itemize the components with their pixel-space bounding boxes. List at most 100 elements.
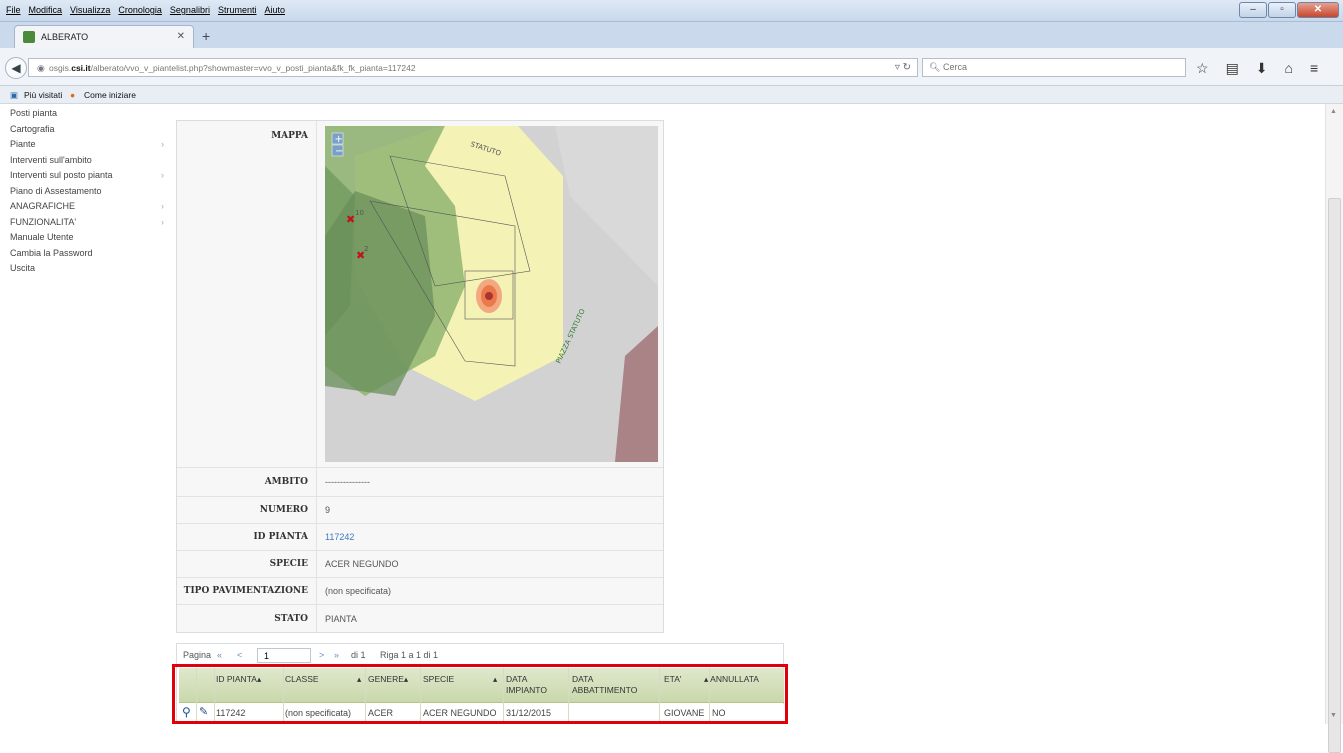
detail-row: AMBITO --------------- [177, 468, 663, 497]
menu-cronologia[interactable]: Cronologia [118, 5, 162, 15]
tab-alberato[interactable]: ALBERATO ✕ [14, 25, 194, 48]
submenu-arrow-icon: › [161, 139, 164, 149]
svg-text:+: + [335, 134, 343, 145]
star-icon[interactable]: ☆ [1196, 60, 1209, 77]
tab-title: ALBERATO [41, 32, 89, 42]
sidebar-item[interactable]: Piano di Assestamento [10, 186, 170, 202]
detail-label: ID PIANTA [253, 532, 308, 542]
firefox-icon: ● [70, 90, 76, 100]
maximize-icon[interactable]: ▫ [1268, 2, 1296, 18]
menu-file[interactable]: File [6, 5, 21, 15]
page-number-input[interactable] [257, 648, 311, 663]
search-box: 🔍︎ [922, 58, 1186, 77]
detail-row: NUMERO 9 [177, 497, 663, 524]
sidebar-item-label: Posti pianta [10, 108, 58, 118]
sidebar-item-label: FUNZIONALITA' [10, 216, 77, 227]
detail-value: PIANTA [316, 605, 663, 632]
sidebar-item[interactable]: Cambia la Password [10, 248, 170, 264]
reload-icon[interactable]: ▿ ↻ [895, 62, 911, 73]
sidebar-item[interactable]: Manuale Utente [10, 232, 170, 248]
map-canvas: ✖ 10 ✖ 2 STATUTO PIAZZA STATUTO + − [325, 126, 658, 462]
detail-row-map: MAPPA ✖ 10 ✖ 2 STATUTO PIAZZA STATUTO + … [177, 121, 663, 468]
detail-value: ACER NEGUNDO [316, 551, 663, 577]
url-bar[interactable]: ◉ osgis.csi.it/alberato/vvo_v_piantelist… [28, 58, 918, 77]
download-icon[interactable]: ⬇ [1256, 60, 1268, 77]
scroll-down-icon[interactable]: ▼ [1330, 712, 1337, 719]
navigation-bar: ◀ ◉ osgis.csi.it/alberato/vvo_v_pianteli… [0, 48, 1343, 86]
tree-favicon-icon [23, 31, 35, 43]
close-tab-icon[interactable]: ✕ [177, 31, 185, 42]
menu-visualizza[interactable]: Visualizza [70, 5, 110, 15]
reading-list-icon[interactable]: ▤ [1226, 60, 1239, 77]
page-count: di 1 [351, 650, 366, 660]
window-titlebar: File Modifica Visualizza Cronologia Segn… [0, 0, 1343, 22]
sidebar-item-label: Piante [10, 139, 36, 149]
menu-hamburger-icon[interactable]: ≡ [1310, 60, 1318, 77]
detail-row: STATO PIANTA [177, 605, 663, 632]
detail-value: --------------- [316, 468, 663, 496]
minimize-icon[interactable]: – [1239, 2, 1267, 18]
svg-text:−: − [335, 146, 343, 157]
sidebar-item[interactable]: Interventi sul posto pianta › [10, 170, 170, 186]
bookmark-piu-visitati[interactable]: Più visitati [24, 90, 62, 100]
tab-strip: ALBERATO ✕ + [0, 22, 1343, 48]
svg-text:10: 10 [355, 209, 364, 217]
url-text: osgis.csi.it/alberato/vvo_v_piantelist.p… [49, 63, 416, 73]
sidebar-item-label: Piano di Assestamento [10, 185, 102, 196]
submenu-arrow-icon: › [161, 201, 164, 211]
sidebar-item[interactable]: ANAGRAFICHE › [10, 201, 170, 217]
bookmark-come-iniziare[interactable]: Come iniziare [84, 90, 136, 100]
detail-row: ID PIANTA 117242 [177, 524, 663, 551]
scrollbar-thumb[interactable] [1328, 198, 1341, 753]
prev-page-button[interactable]: < [237, 650, 242, 660]
search-input[interactable] [943, 59, 1173, 75]
sidebar-item-label: Cambia la Password [10, 247, 93, 258]
bookmarks-bar: ▣ Più visitati ● Come iniziare [0, 86, 1343, 104]
sidebar-item[interactable]: FUNZIONALITA' › [10, 217, 170, 233]
sidebar-item[interactable]: Interventi sull'ambito [10, 155, 170, 171]
marker-icon: ✖ [346, 213, 355, 226]
new-tab-icon[interactable]: + [202, 28, 210, 44]
vertical-scrollbar[interactable]: ▲ ▼ [1325, 104, 1343, 753]
menu-modifica[interactable]: Modifica [29, 5, 63, 15]
first-page-button[interactable]: « [217, 650, 222, 660]
last-page-button[interactable]: » [334, 650, 339, 660]
sidebar-item-label: Manuale Utente [10, 232, 74, 242]
menu-strumenti[interactable]: Strumenti [218, 5, 257, 15]
sidebar-item-label: ANAGRAFICHE [10, 201, 76, 211]
plant-detail-table: MAPPA ✖ 10 ✖ 2 STATUTO PIAZZA STATUTO + … [176, 120, 664, 633]
search-icon: 🔍︎ [929, 62, 941, 72]
globe-icon: ◉ [37, 63, 45, 73]
menu-bar: File Modifica Visualizza Cronologia Segn… [6, 5, 285, 15]
menu-aiuto[interactable]: Aiuto [264, 5, 285, 15]
pager-label: Pagina [183, 650, 212, 660]
detail-label: SPECIE [269, 559, 308, 569]
scroll-up-icon[interactable]: ▲ [1330, 108, 1337, 115]
home-icon[interactable]: ⌂ [1285, 60, 1293, 77]
close-window-icon[interactable]: ✕ [1297, 2, 1339, 18]
detail-row: SPECIE ACER NEGUNDO [177, 551, 663, 578]
sidebar-item-label: Interventi sull'ambito [10, 154, 92, 165]
detail-label: NUMERO [259, 505, 308, 515]
sidebar-item-label: Interventi sul posto pianta [10, 170, 113, 180]
menu-segnalibri[interactable]: Segnalibri [170, 5, 210, 15]
submenu-arrow-icon: › [161, 170, 164, 180]
sidebar-item-label: Cartografia [10, 123, 55, 134]
row-range: Riga 1 a 1 di 1 [380, 650, 439, 660]
toolbar-icons: ☆ ▤ ⬇ ⌂ ≡ [1196, 60, 1318, 77]
detail-label: STATO [274, 613, 308, 624]
next-page-button[interactable]: > [319, 650, 324, 660]
detail-value[interactable]: 117242 [316, 524, 663, 550]
sidebar-item[interactable]: Posti pianta [10, 108, 170, 124]
detail-label: TIPO PAVIMENTAZIONE [183, 586, 308, 596]
map-label: MAPPA [271, 131, 308, 141]
back-arrow-icon[interactable]: ◀ [5, 57, 27, 79]
sidebar-item[interactable]: Uscita [10, 263, 170, 279]
sidebar-item[interactable]: Cartografia [10, 124, 170, 140]
map-view[interactable]: ✖ 10 ✖ 2 STATUTO PIAZZA STATUTO + − [325, 126, 658, 462]
sidebar-item[interactable]: Piante › [10, 139, 170, 155]
sidebar-menu: Posti pianta Cartografia Piante › Interventi… [10, 108, 170, 279]
detail-value: 9 [316, 497, 663, 523]
detail-row: TIPO PAVIMENTAZIONE (non specificata) [177, 578, 663, 605]
bookmark-folder-icon: ▣ [10, 90, 19, 100]
